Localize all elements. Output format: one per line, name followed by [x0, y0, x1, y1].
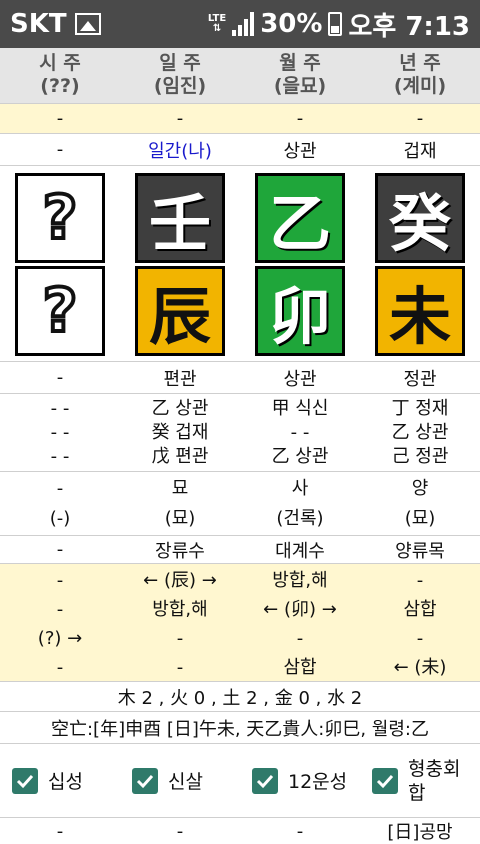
header-year: 년 주 (계미): [393, 52, 447, 97]
extra-info-row: 空亡:[年]申酉 [日]午未, 天乙貴人:卯巳, 월령:乙: [0, 712, 480, 744]
napeum-row: - 장류수 대계수 양류목: [0, 536, 480, 564]
checkbox-ten-gods[interactable]: 십성: [0, 767, 120, 794]
element-count-row: 木 2 , 火 0 , 土 2 , 金 0 , 水 2: [0, 682, 480, 712]
checkmark-icon: [132, 767, 158, 794]
hidden-stems-row: - -- -- - 乙 상관 癸 겁재 戊 편관 甲 식신 - -乙 상관 丁 정재 乙…: [0, 394, 480, 472]
hidden-stems-day: 乙 상관 癸 겁재 戊 편관: [151, 398, 209, 467]
signal-icon: [232, 12, 255, 36]
stem-tile-hour[interactable]: ?: [15, 173, 105, 263]
cell: 양류목: [395, 540, 445, 562]
bottom-row: - - - [日]공망: [0, 818, 480, 844]
checkbox-label: 신살: [168, 771, 203, 793]
options-row: 십성 신살 12운성 형충회합: [0, 744, 480, 818]
checkmark-icon: [12, 767, 38, 794]
stage-year: 양 (묘): [404, 478, 436, 529]
header-hour: 시 주 (??): [39, 52, 81, 97]
checkbox-label: 형충회합: [408, 757, 461, 804]
cell: -: [56, 139, 64, 160]
pillar-grid: ? 壬 乙 癸 ? 辰 卯 未: [0, 166, 480, 362]
checkbox-label: 12운성: [288, 771, 348, 793]
element-count: 木 2 , 火 0 , 土 2 , 金 0 , 水 2: [117, 687, 363, 709]
relations-day: ← (辰) → 방합,해 - -: [143, 570, 217, 678]
gallery-notification-icon: [74, 13, 101, 35]
hidden-stems-month: 甲 식신 - -乙 상관: [271, 398, 329, 467]
twelve-stages-row: - (-) 묘 (묘) 사 (건록) 양 (묘): [0, 472, 480, 536]
cell: -: [56, 367, 64, 388]
stage-month: 사 (건록): [276, 478, 324, 529]
cell: -: [176, 108, 184, 129]
status-bar: SKT LTE ⇅ 30% 오후 7:13: [0, 0, 480, 48]
checkbox-twelve-stages[interactable]: 12운성: [240, 767, 360, 794]
day-master-label: 일간(나): [148, 140, 212, 162]
checkmark-icon: [372, 767, 398, 794]
branch-tile-hour[interactable]: ?: [15, 266, 105, 356]
extra-info: 空亡:[年]申酉 [日]午未, 天乙貴人:卯巳, 월령:乙: [50, 718, 429, 740]
cell: -: [296, 820, 304, 842]
battery-icon: [328, 12, 343, 36]
status-right: LTE ⇅ 30% 오후 7:13: [208, 6, 470, 43]
hidden-stems-year: 丁 정재 乙 상관 己 정관: [391, 398, 449, 467]
checkbox-relations[interactable]: 형충회합: [360, 757, 480, 805]
stem-tile-month[interactable]: 乙: [255, 173, 345, 263]
checkmark-icon: [252, 767, 278, 794]
cell: 정관: [403, 368, 437, 390]
lte-icon: LTE ⇅: [207, 13, 227, 34]
cell: -: [296, 108, 304, 129]
cell: -: [416, 108, 424, 129]
relations-row: - - (?) → - ← (辰) → 방합,해 - - 방합,해 ← (卯) → - 삼합 -삼…: [0, 564, 480, 682]
cell: 상관: [283, 368, 317, 390]
hidden-stems-hour: - -- -- -: [50, 398, 70, 467]
relations-year: - 삼합 - ← (未): [393, 570, 447, 678]
stage-day: 묘 (묘): [164, 478, 196, 529]
relations-hour: - - (?) → -: [37, 570, 83, 678]
ten-gods-branch-row: - 편관 상관 정관: [0, 362, 480, 394]
stage-hour: - (-): [49, 478, 71, 529]
cell: 겁재: [403, 140, 437, 162]
battery-percent: 30%: [260, 9, 323, 39]
header-day: 일 주 (임진): [153, 52, 207, 97]
cell: 편관: [163, 368, 197, 390]
checkbox-label: 십성: [48, 771, 83, 793]
pillar-header-row: 시 주 (??) 일 주 (임진) 월 주 (을묘) 년 주 (계미): [0, 48, 480, 104]
clock: 오후 7:13: [348, 11, 470, 42]
cell: [日]공망: [387, 822, 453, 843]
cell: -: [56, 820, 64, 842]
stem-tile-day[interactable]: 壬: [135, 173, 225, 263]
cell: -: [56, 108, 64, 129]
branch-tile-month[interactable]: 卯: [255, 266, 345, 356]
cell: -: [176, 820, 184, 842]
relations-month: 방합,해 ← (卯) → - 삼합: [263, 570, 337, 678]
carrier-label: SKT: [10, 9, 67, 39]
branch-tile-day[interactable]: 辰: [135, 266, 225, 356]
checkbox-sinsal[interactable]: 신살: [120, 767, 240, 794]
cell: 대계수: [275, 540, 325, 562]
info-row-1: - - - -: [0, 104, 480, 134]
branch-tile-year[interactable]: 未: [375, 266, 465, 356]
cell: -: [56, 539, 64, 560]
header-month: 월 주 (을묘): [273, 52, 327, 97]
cell: 장류수: [155, 540, 205, 562]
cell: 상관: [283, 140, 317, 162]
stem-tile-year[interactable]: 癸: [375, 173, 465, 263]
ten-gods-stem-row: - 일간(나) 상관 겁재: [0, 134, 480, 166]
